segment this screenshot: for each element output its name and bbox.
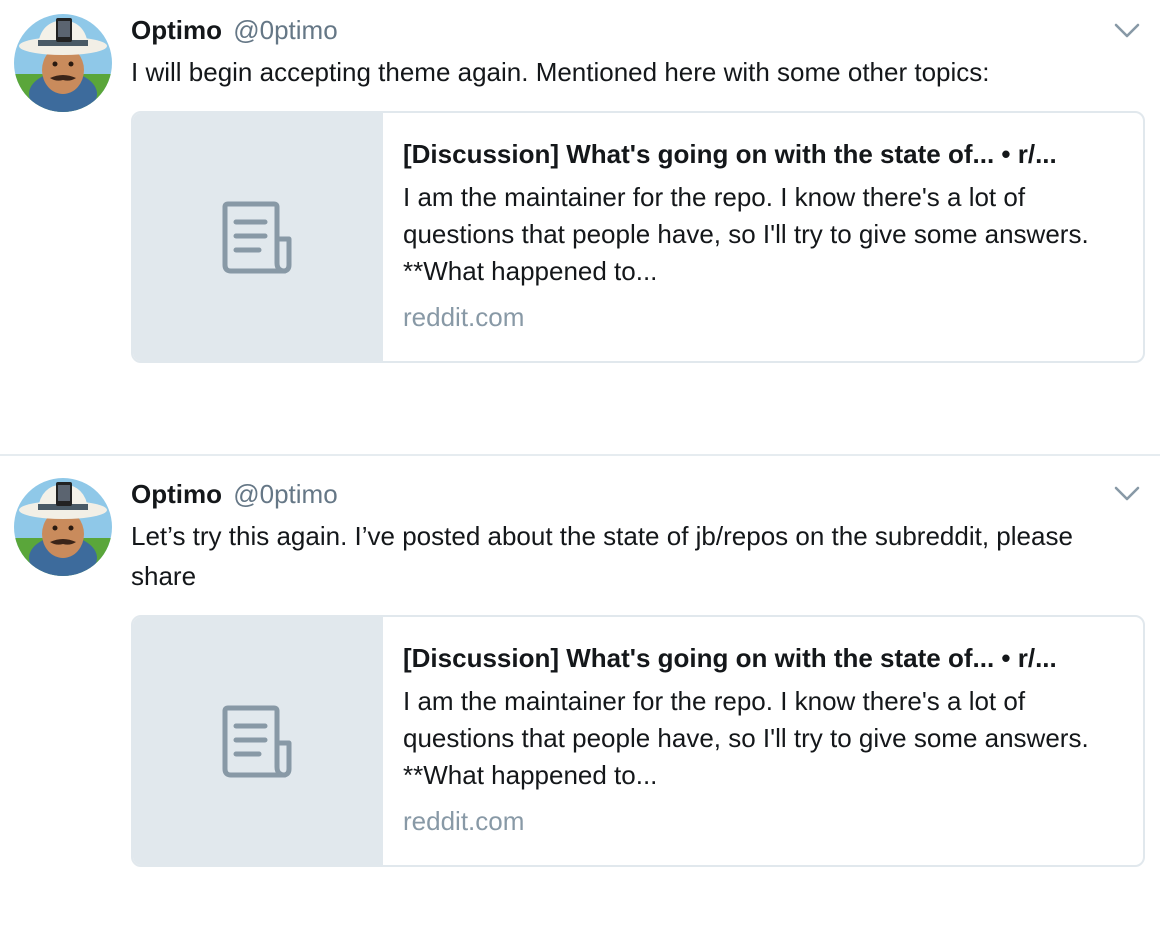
- tweet: Optimo @0ptimo Let’s try this again. I’v…: [0, 456, 1160, 950]
- card-description: I am the maintainer for the repo. I know…: [403, 686, 1089, 790]
- avatar[interactable]: [14, 14, 112, 112]
- tweet-header: Optimo @0ptimo: [131, 477, 338, 511]
- document-icon: [222, 705, 292, 778]
- card-domain: reddit.com: [403, 806, 525, 836]
- link-card[interactable]: [Discussion] What's going on with the st…: [131, 111, 1145, 363]
- author-name[interactable]: Optimo: [131, 479, 222, 509]
- tweet: Optimo @0ptimo I will begin accepting th…: [0, 0, 1160, 454]
- author-handle[interactable]: @0ptimo: [233, 15, 337, 45]
- card-body: [Discussion] What's going on with the st…: [403, 135, 1123, 336]
- card-title: [Discussion] What's going on with the st…: [403, 139, 1057, 169]
- link-card[interactable]: [Discussion] What's going on with the st…: [131, 615, 1145, 867]
- tweet-text: I will begin accepting theme again. Ment…: [131, 57, 990, 87]
- document-icon: [222, 201, 292, 274]
- card-thumbnail: [133, 617, 383, 865]
- card-description: I am the maintainer for the repo. I know…: [403, 182, 1089, 286]
- author-name[interactable]: Optimo: [131, 15, 222, 45]
- card-domain: reddit.com: [403, 302, 525, 332]
- chevron-down-icon[interactable]: [1112, 483, 1142, 505]
- card-thumbnail: [133, 113, 383, 361]
- author-handle[interactable]: @0ptimo: [233, 479, 337, 509]
- chevron-down-icon[interactable]: [1112, 20, 1142, 42]
- avatar[interactable]: [14, 478, 112, 576]
- tweet-text: Let’s try this again. I’ve posted about …: [131, 521, 1073, 591]
- tweet-header: Optimo @0ptimo: [131, 13, 338, 47]
- card-body: [Discussion] What's going on with the st…: [403, 639, 1123, 840]
- card-title: [Discussion] What's going on with the st…: [403, 643, 1057, 673]
